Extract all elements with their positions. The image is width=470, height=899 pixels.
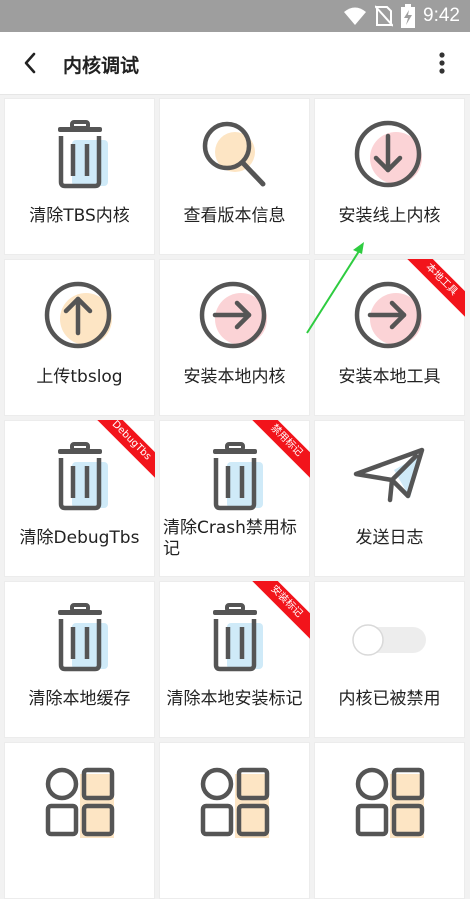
apps-grid-icon (42, 762, 118, 838)
tools-grid: 清除TBS内核 查看版本信息 安装线上内核 上传tbslog 安装本地内核 安装… (4, 98, 466, 899)
toggle-switch-icon (352, 601, 428, 677)
tool-tile-label: 安装本地工具 (338, 367, 441, 387)
tool-tile[interactable]: 查看版本信息 (159, 98, 310, 255)
tool-tile[interactable] (4, 742, 155, 899)
tool-tile[interactable]: 清除本地缓存 (4, 581, 155, 738)
tool-tile-label: 清除本地安装标记 (166, 689, 303, 709)
trash-icon (42, 118, 118, 194)
more-options-button[interactable] (432, 48, 452, 78)
tool-tile[interactable]: 安装线上内核 (314, 98, 465, 255)
tool-tile[interactable]: 清除本地安装标记 安装标记 (159, 581, 310, 738)
app-bar: 内核调试 (0, 32, 470, 95)
battery-charging-icon (401, 4, 416, 28)
tool-tile[interactable]: 上传tbslog (4, 259, 155, 416)
arrow-right-circle-icon (352, 279, 428, 355)
tool-tile-label: 安装本地内核 (183, 367, 286, 387)
status-icons: 9:42 (343, 0, 460, 32)
tool-tile[interactable] (159, 742, 310, 899)
status-bar: 9:42 (0, 0, 470, 32)
tool-tile-label: 上传tbslog (36, 367, 123, 387)
tool-tile[interactable]: 清除TBS内核 (4, 98, 155, 255)
tool-tile-label: 查看版本信息 (183, 206, 286, 226)
tool-tile-label: 清除本地缓存 (28, 689, 131, 709)
tool-tile[interactable]: 清除DebugTbs DebugTbs (4, 420, 155, 577)
download-circle-icon (352, 118, 428, 194)
arrow-right-circle-icon (197, 279, 273, 355)
back-button[interactable] (14, 47, 46, 79)
tool-tile[interactable]: 清除Crash禁用标记 禁用标记 (159, 420, 310, 577)
tool-tile-label: 内核已被禁用 (338, 689, 441, 709)
paper-plane-icon (352, 440, 428, 516)
tool-tile[interactable] (314, 742, 465, 899)
tool-tile-label: 安装线上内核 (338, 206, 441, 226)
magnifier-icon (197, 118, 273, 194)
tool-tile[interactable]: 发送日志 (314, 420, 465, 577)
no-sim-icon (375, 5, 394, 27)
tool-tile[interactable]: 安装本地工具 本地工具 (314, 259, 465, 416)
trash-icon (42, 601, 118, 677)
status-time: 9:42 (423, 5, 460, 26)
chevron-left-icon (24, 52, 36, 74)
trash-icon (42, 440, 118, 516)
page-title: 内核调试 (63, 55, 140, 77)
tool-tile[interactable]: 内核已被禁用 (314, 581, 465, 738)
tool-tile-label: 发送日志 (355, 528, 424, 548)
tool-tile[interactable]: 安装本地内核 (159, 259, 310, 416)
apps-grid-icon (197, 762, 273, 838)
tool-tile-label: 清除Crash禁用标记 (163, 518, 297, 559)
tool-tile-label: 清除TBS内核 (29, 206, 130, 226)
more-vertical-icon (439, 52, 445, 74)
trash-icon (197, 601, 273, 677)
upload-circle-icon (42, 279, 118, 355)
apps-grid-icon (352, 762, 428, 838)
trash-icon (197, 440, 273, 516)
wifi-icon (344, 7, 367, 25)
tool-tile-label: 清除DebugTbs (19, 528, 140, 548)
